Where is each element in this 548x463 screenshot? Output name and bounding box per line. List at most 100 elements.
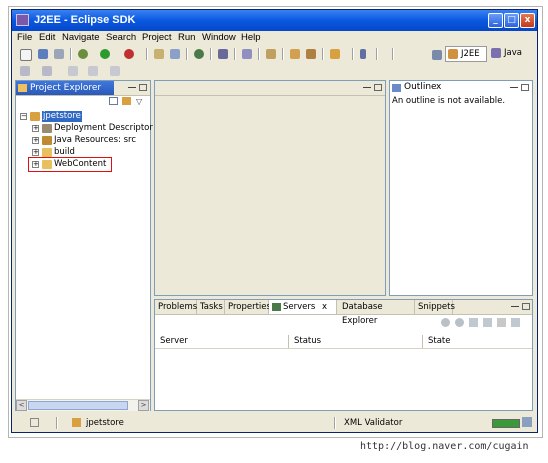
editor-area: [154, 80, 386, 296]
project-explorer-header: Project Explorer x: [16, 81, 150, 107]
column-server[interactable]: Server: [155, 335, 289, 348]
external-tools-icon[interactable]: [124, 49, 134, 59]
tab-database-explorer[interactable]: Database Explorer: [339, 300, 415, 326]
close-icon[interactable]: x: [34, 97, 40, 107]
run-icon[interactable]: [100, 49, 110, 59]
expand-icon[interactable]: +: [32, 125, 39, 132]
scroll-left-button[interactable]: <: [16, 400, 27, 411]
progress-view-icon[interactable]: [522, 417, 532, 427]
close-icon[interactable]: x: [322, 302, 327, 312]
servers-table-header: Server Status State: [155, 335, 532, 349]
java-perspective-icon: [491, 48, 501, 58]
new-web-service-icon[interactable]: [242, 49, 252, 59]
pencil-icon[interactable]: [306, 49, 316, 59]
servers-panel: Problems Tasks Properties Servers x Data…: [154, 299, 533, 411]
title-bar[interactable]: J2EE - Eclipse SDK _ □ x: [12, 10, 537, 31]
minimize-editor-icon[interactable]: [363, 87, 371, 88]
collapse-all-icon[interactable]: [109, 97, 118, 105]
column-status[interactable]: Status: [289, 335, 423, 348]
minimize-view-icon[interactable]: [511, 306, 519, 307]
scroll-thumb[interactable]: [28, 401, 128, 410]
debug-icon[interactable]: [78, 49, 88, 59]
perspective-java[interactable]: Java: [489, 46, 533, 62]
menu-bar: File Edit Navigate Search Project Run Wi…: [12, 31, 537, 45]
new-class-icon[interactable]: [218, 49, 228, 59]
publish-to-server-icon[interactable]: [511, 318, 520, 327]
expand-icon[interactable]: +: [32, 137, 39, 144]
project-explorer-panel: Project Explorer x ▽ − jpetstore + Deplo…: [15, 80, 153, 411]
servers-icon: [272, 303, 281, 311]
folder-icon: [42, 148, 52, 157]
progress-bar[interactable]: [492, 419, 520, 428]
column-state[interactable]: State: [423, 335, 532, 348]
tab-servers[interactable]: Servers x: [269, 300, 337, 314]
tree-item-root[interactable]: − jpetstore: [16, 111, 150, 122]
project-explorer-tab[interactable]: Project Explorer x: [16, 81, 114, 107]
tab-servers-label: Servers: [283, 302, 316, 312]
perspective-j2ee[interactable]: J2EE: [445, 46, 487, 62]
menu-help[interactable]: Help: [241, 32, 261, 43]
minimize-view-icon[interactable]: [510, 87, 518, 88]
minimize-view-icon[interactable]: [128, 87, 136, 88]
search-icon[interactable]: [330, 49, 340, 59]
tree-item-label: jpetstore: [42, 111, 82, 122]
menu-run[interactable]: Run: [178, 32, 195, 43]
maximize-view-icon[interactable]: [521, 84, 529, 91]
back-icon[interactable]: [88, 66, 98, 76]
prev-annotation-icon[interactable]: [42, 66, 52, 76]
status-task: XML Validator: [344, 418, 403, 428]
menu-search[interactable]: Search: [106, 32, 136, 43]
project-icon: [30, 112, 40, 121]
open-perspective-icon[interactable]: [432, 50, 442, 60]
save-icon[interactable]: [38, 49, 48, 59]
open-folder-icon[interactable]: [290, 49, 300, 59]
new-java-project-icon[interactable]: [154, 49, 164, 59]
start-server-icon[interactable]: [455, 318, 464, 327]
maximize-editor-icon[interactable]: [374, 84, 382, 91]
collapse-icon[interactable]: −: [20, 113, 27, 120]
profile-server-icon[interactable]: [469, 318, 478, 327]
scroll-right-button[interactable]: >: [138, 400, 149, 411]
expand-icon[interactable]: +: [32, 149, 39, 156]
tab-problems[interactable]: Problems: [155, 300, 197, 314]
outline-message: An outline is not available.: [392, 96, 506, 106]
maximize-button[interactable]: □: [504, 13, 519, 28]
next-annotation-icon[interactable]: [20, 66, 30, 76]
maximize-view-icon[interactable]: [139, 84, 147, 91]
last-edit-icon[interactable]: [68, 66, 78, 76]
project-explorer-title: Project Explorer: [30, 83, 102, 93]
menu-project[interactable]: Project: [142, 32, 172, 43]
blog-caption: http://blog.naver.com/cugain: [360, 441, 529, 452]
debug-server-icon[interactable]: [441, 318, 450, 327]
menu-navigate[interactable]: Navigate: [62, 32, 100, 43]
eclipse-app-icon: [16, 14, 29, 26]
new-package-icon[interactable]: [170, 49, 180, 59]
tree-item-label: Java Resources: src: [54, 135, 137, 145]
maximize-view-icon[interactable]: [522, 303, 530, 310]
outline-title: Outline: [404, 82, 437, 92]
print-icon[interactable]: [54, 49, 64, 59]
open-type-icon[interactable]: [266, 49, 276, 59]
pin-icon[interactable]: [360, 49, 366, 59]
tab-properties[interactable]: Properties: [225, 300, 271, 314]
eclipse-window: J2EE - Eclipse SDK _ □ x File Edit Navig…: [11, 9, 538, 433]
horizontal-scrollbar[interactable]: < >: [16, 399, 150, 411]
menu-edit[interactable]: Edit: [39, 32, 55, 43]
tree-item-deployment-descriptor[interactable]: + Deployment Descriptor: [16, 123, 153, 134]
tab-snippets[interactable]: Snippets: [415, 300, 455, 314]
publish-icon[interactable]: [483, 318, 492, 327]
tab-tasks[interactable]: Tasks: [197, 300, 225, 314]
menu-window[interactable]: Window: [202, 32, 236, 43]
fast-view-icon[interactable]: [30, 418, 39, 427]
tree-item-java-resources[interactable]: + Java Resources: src: [16, 135, 150, 146]
new-icon[interactable]: [20, 49, 32, 61]
new-server-icon[interactable]: [194, 49, 204, 59]
menu-file[interactable]: File: [17, 32, 32, 43]
close-button[interactable]: x: [520, 13, 535, 28]
link-with-editor-icon[interactable]: [122, 97, 131, 105]
close-icon[interactable]: x: [436, 82, 441, 92]
view-menu-icon[interactable]: ▽: [136, 97, 142, 106]
minimize-button[interactable]: _: [488, 13, 503, 28]
stop-server-icon[interactable]: [497, 318, 506, 327]
forward-icon[interactable]: [110, 66, 120, 76]
